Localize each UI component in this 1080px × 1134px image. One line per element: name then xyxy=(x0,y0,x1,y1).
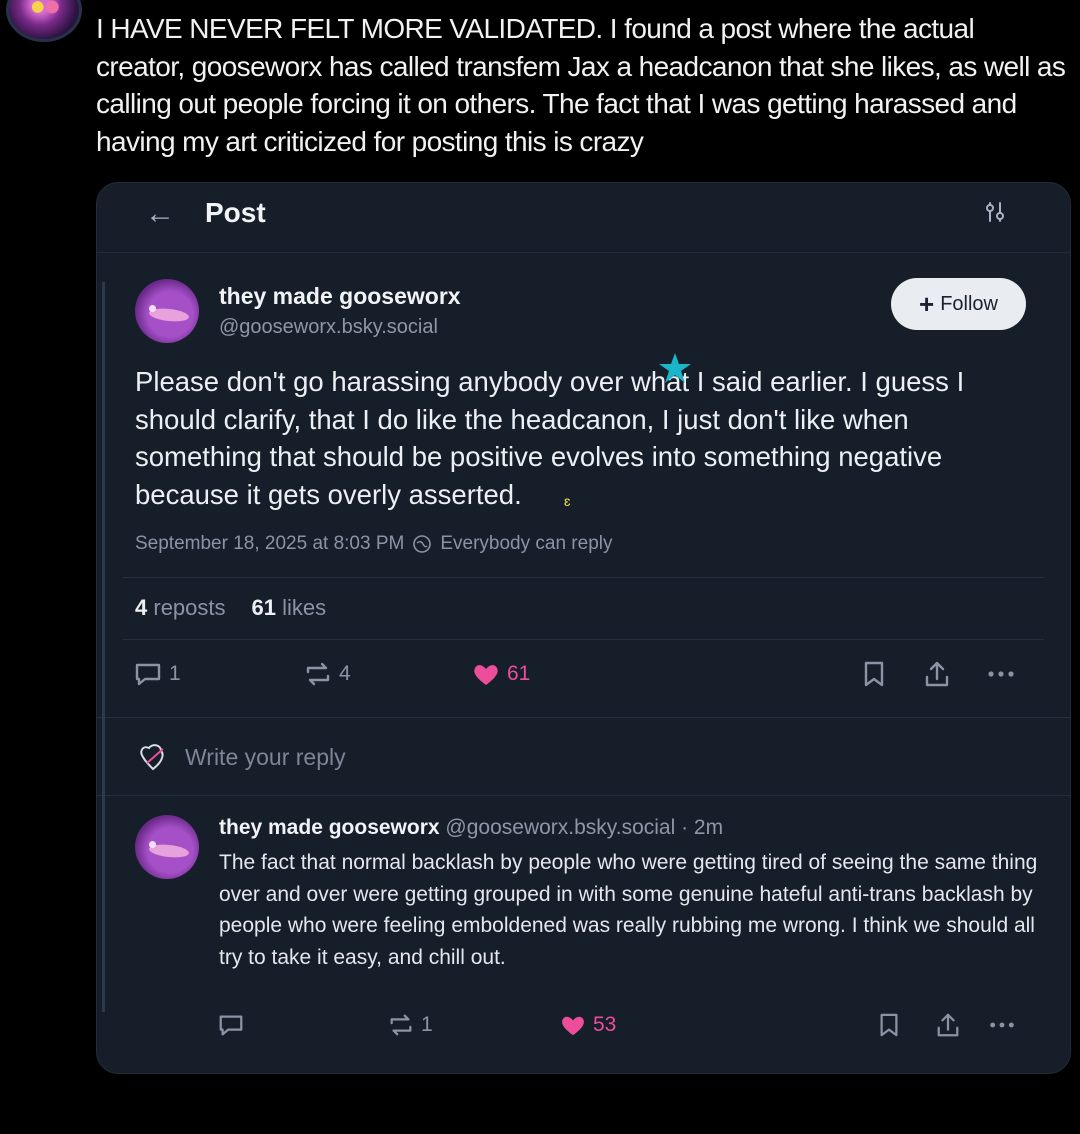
avatar-flower-art xyxy=(27,0,63,19)
post-stats: 4 reposts 61 likes xyxy=(135,595,326,621)
post-header: ← Post xyxy=(97,183,1070,253)
likes-label: likes xyxy=(282,595,327,620)
reply-button[interactable]: 1 xyxy=(133,659,181,689)
comment-icon xyxy=(219,1015,243,1036)
reply-count: 1 xyxy=(169,662,181,685)
share-icon xyxy=(937,1013,959,1037)
post-meta: September 18, 2025 at 8:03 PM Everybody … xyxy=(135,533,613,555)
reply-bookmark-button[interactable] xyxy=(877,1011,901,1039)
author-avatar[interactable] xyxy=(135,279,199,343)
reply-like-count: 53 xyxy=(593,1013,617,1036)
doodle-mark: ɛ xyxy=(564,493,571,509)
reply-setting[interactable]: Everybody can reply xyxy=(440,533,612,555)
reply-time: · 2m xyxy=(681,816,724,839)
repost-button[interactable]: 4 xyxy=(303,659,351,689)
plus-icon: + xyxy=(919,289,935,319)
repost-icon xyxy=(390,1014,412,1036)
repost-icon xyxy=(306,662,330,686)
share-button[interactable] xyxy=(923,659,951,689)
avatar-eye xyxy=(149,841,156,848)
sliders-icon[interactable] xyxy=(984,201,1006,223)
page-title: Post xyxy=(205,197,266,228)
author-display-name[interactable]: they made gooseworx xyxy=(219,283,461,310)
divider xyxy=(123,577,1044,578)
more-options-button[interactable] xyxy=(985,659,1017,689)
reposts-label: reposts xyxy=(153,595,226,620)
reply-more-button[interactable] xyxy=(987,1011,1017,1039)
reposts-count: 4 xyxy=(135,595,148,620)
bookmark-icon xyxy=(864,661,884,687)
divider xyxy=(97,717,1070,718)
reply-composer[interactable]: Write your reply xyxy=(135,739,346,775)
reply-comment-button[interactable] xyxy=(217,1011,245,1039)
reply-header: they made gooseworx @gooseworx.bsky.soci… xyxy=(219,816,723,840)
poster-avatar[interactable] xyxy=(6,0,82,42)
reply-like-button[interactable]: 53 xyxy=(559,1011,616,1039)
star-sticker-icon xyxy=(659,353,691,383)
like-button[interactable]: 61 xyxy=(471,659,530,689)
post-timestamp: September 18, 2025 at 8:03 PM xyxy=(135,533,405,554)
reply-author-avatar[interactable] xyxy=(135,815,199,879)
bookmark-button[interactable] xyxy=(861,659,887,689)
reply-share-button[interactable] xyxy=(935,1011,961,1039)
reply-repost-count: 1 xyxy=(421,1013,433,1036)
reply-input-placeholder[interactable]: Write your reply xyxy=(185,744,346,771)
reply-actions: 1 53 xyxy=(97,1011,1070,1051)
avatar-eye xyxy=(149,305,156,312)
bottom-bar xyxy=(0,1084,1080,1134)
globe-icon xyxy=(413,535,432,553)
heart-icon xyxy=(562,1016,584,1036)
follow-button[interactable]: + Follow xyxy=(891,278,1026,330)
ellipsis-icon xyxy=(990,1022,1014,1028)
post-body: Please don't go harassing anybody over w… xyxy=(135,366,965,510)
heart-icon xyxy=(474,665,498,685)
ellipsis-icon xyxy=(988,671,1014,677)
follow-label: Follow xyxy=(940,292,998,315)
reply-repost-button[interactable]: 1 xyxy=(387,1011,433,1039)
user-avatar-icon xyxy=(140,744,164,771)
reply-body: The fact that normal backlash by people … xyxy=(219,851,1038,969)
repost-count: 4 xyxy=(339,662,351,685)
likes-stat[interactable]: 61 likes xyxy=(252,595,327,621)
reposts-stat[interactable]: 4 reposts xyxy=(135,595,226,621)
bookmark-icon xyxy=(880,1013,898,1037)
divider xyxy=(97,795,1070,796)
post-actions: 1 4 61 xyxy=(97,659,1070,699)
like-count: 61 xyxy=(507,662,531,685)
reply-author-name[interactable]: they made gooseworx xyxy=(219,816,440,839)
reply-author-handle[interactable]: @gooseworx.bsky.social xyxy=(445,816,675,839)
author-handle[interactable]: @gooseworx.bsky.social xyxy=(219,316,438,339)
back-arrow-icon[interactable]: ← xyxy=(145,197,175,231)
likes-count: 61 xyxy=(251,595,277,620)
outer-post-text: I HAVE NEVER FELT MORE VALIDATED. I foun… xyxy=(96,13,1066,157)
share-icon xyxy=(925,661,949,687)
divider xyxy=(123,639,1044,640)
thread-line xyxy=(102,282,105,1012)
embedded-screenshot[interactable]: ← Post they made gooseworx @gooseworx.bs… xyxy=(96,182,1071,1074)
comment-icon xyxy=(135,663,161,686)
